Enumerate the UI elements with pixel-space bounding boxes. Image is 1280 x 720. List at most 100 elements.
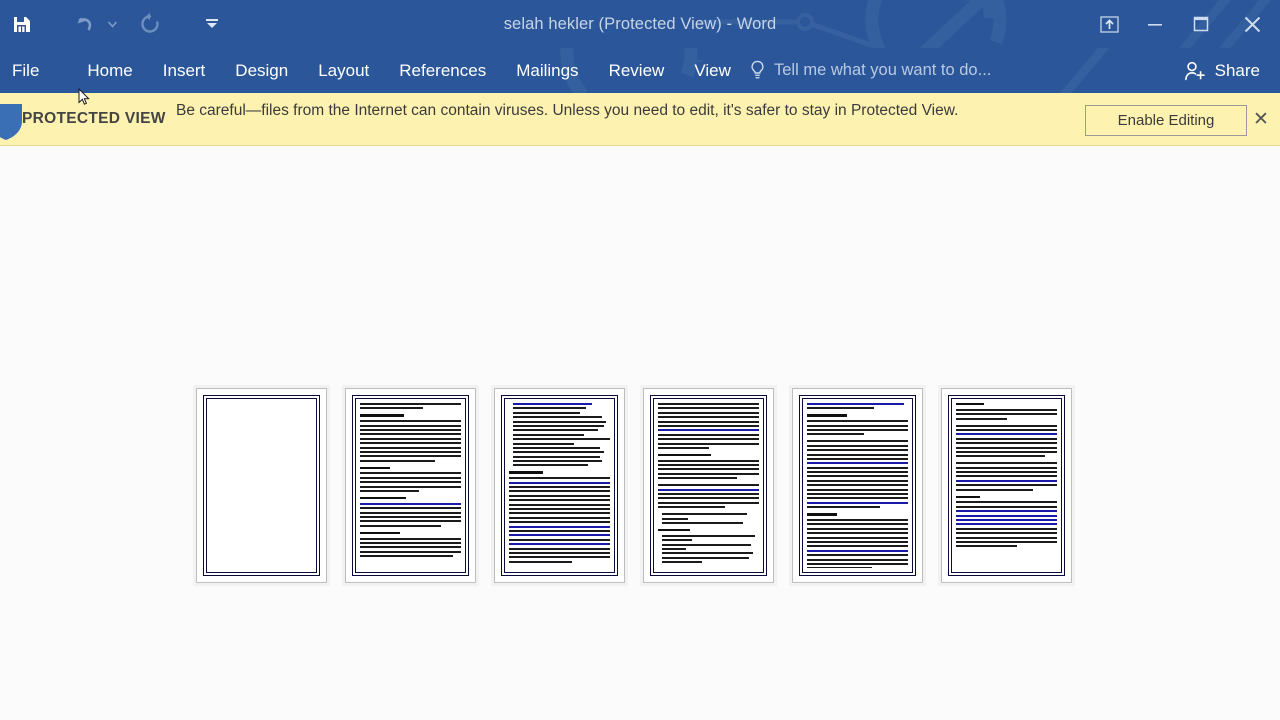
text-block-para	[360, 472, 461, 493]
page[interactable]	[494, 388, 625, 583]
text-block-para	[658, 459, 759, 480]
text-line	[956, 501, 1057, 504]
share-label: Share	[1214, 60, 1260, 80]
text-line	[807, 484, 908, 487]
page[interactable]	[196, 388, 327, 583]
enable-editing-button[interactable]: Enable Editing	[1085, 105, 1247, 136]
text-line	[807, 558, 908, 561]
text-line	[509, 547, 610, 550]
tab-review-label: Review	[608, 60, 665, 80]
text-line	[513, 424, 604, 427]
text-line	[513, 429, 598, 432]
text-line	[662, 561, 703, 564]
ribbon-tab-bar: File Home Insert Design Layout Reference…	[0, 48, 1280, 93]
text-line-link	[956, 495, 981, 499]
page[interactable]	[941, 388, 1072, 583]
tab-insert[interactable]: Insert	[148, 48, 221, 93]
text-line	[956, 488, 1033, 491]
page[interactable]	[345, 388, 476, 583]
text-line	[956, 484, 1057, 487]
text-line	[360, 433, 461, 436]
text-line-link	[509, 481, 610, 484]
text-line	[509, 477, 610, 480]
close-button[interactable]	[1224, 0, 1280, 48]
text-line	[807, 523, 908, 526]
page[interactable]	[792, 388, 923, 583]
text-line	[360, 555, 453, 558]
tell-me-label: Tell me what you want to do...	[774, 61, 992, 79]
page-thumbnail[interactable]	[491, 385, 628, 586]
tab-home-label: Home	[87, 60, 133, 80]
page-thumbnail-row	[193, 385, 1075, 586]
text-line	[807, 424, 908, 427]
text-block-para	[956, 408, 1057, 420]
close-protected-view-bar-button[interactable]: ✕	[1249, 107, 1273, 131]
tab-layout[interactable]: Layout	[303, 48, 384, 93]
text-line-link	[956, 518, 1057, 521]
text-line	[807, 488, 908, 491]
share-button[interactable]: Share	[1172, 48, 1272, 93]
word-window: selah hekler (Protected View) - Word Fil…	[0, 0, 1280, 720]
text-line	[956, 527, 1057, 530]
maximize-button[interactable]	[1178, 0, 1224, 48]
page[interactable]	[643, 388, 774, 583]
text-line	[360, 446, 461, 449]
text-line	[658, 446, 709, 449]
text-line-link	[513, 403, 592, 405]
text-line	[513, 455, 600, 458]
ribbon-display-options-button[interactable]	[1086, 0, 1132, 48]
text-line	[360, 546, 461, 549]
redo-button[interactable]	[130, 4, 170, 44]
text-line	[807, 562, 908, 565]
tab-home[interactable]: Home	[72, 48, 147, 93]
page-thumbnail[interactable]	[938, 385, 1075, 586]
tab-view[interactable]: View	[679, 48, 746, 93]
text-line	[956, 403, 985, 406]
page-thumbnail[interactable]	[789, 385, 926, 586]
page-thumbnail[interactable]	[640, 385, 777, 586]
text-line	[513, 407, 586, 410]
text-line	[658, 501, 759, 504]
text-line	[509, 503, 610, 506]
page-thumbnail[interactable]	[193, 385, 330, 586]
text-line-link	[360, 502, 461, 505]
text-line	[662, 521, 743, 524]
text-block-para	[360, 403, 461, 410]
text-line	[807, 518, 908, 521]
document-canvas[interactable]	[0, 186, 1280, 720]
text-line	[360, 472, 461, 475]
save-button[interactable]	[2, 4, 42, 44]
customize-quick-access-button[interactable]	[192, 4, 232, 44]
text-line	[807, 466, 908, 469]
minimize-button[interactable]	[1132, 0, 1178, 48]
text-line	[509, 516, 610, 519]
text-line	[956, 545, 1017, 548]
tab-review[interactable]: Review	[594, 48, 680, 93]
text-line	[807, 506, 880, 509]
text-line	[513, 442, 574, 445]
page-text-content	[658, 403, 759, 568]
undo-button[interactable]	[64, 4, 104, 44]
text-line	[956, 437, 1057, 440]
text-line	[360, 485, 461, 488]
text-line	[509, 507, 610, 510]
text-line-link	[509, 534, 610, 537]
tab-mailings[interactable]: Mailings	[501, 48, 593, 93]
text-block-para	[807, 440, 908, 509]
tell-me-search[interactable]: Tell me what you want to do...	[750, 48, 991, 93]
window-controls	[1086, 0, 1280, 48]
text-line	[807, 449, 908, 452]
undo-dropdown-button[interactable]	[104, 4, 120, 44]
text-line	[360, 541, 461, 544]
page-thumbnail[interactable]	[342, 385, 479, 586]
text-block-para	[509, 477, 610, 563]
tab-design[interactable]: Design	[220, 48, 303, 93]
text-line	[658, 411, 759, 414]
text-line	[360, 497, 407, 500]
tab-design-label: Design	[235, 60, 289, 80]
text-line	[658, 497, 759, 500]
text-line	[807, 545, 908, 548]
text-line	[513, 411, 580, 414]
tab-references[interactable]: References	[384, 48, 501, 93]
tab-file[interactable]: File	[0, 48, 56, 93]
